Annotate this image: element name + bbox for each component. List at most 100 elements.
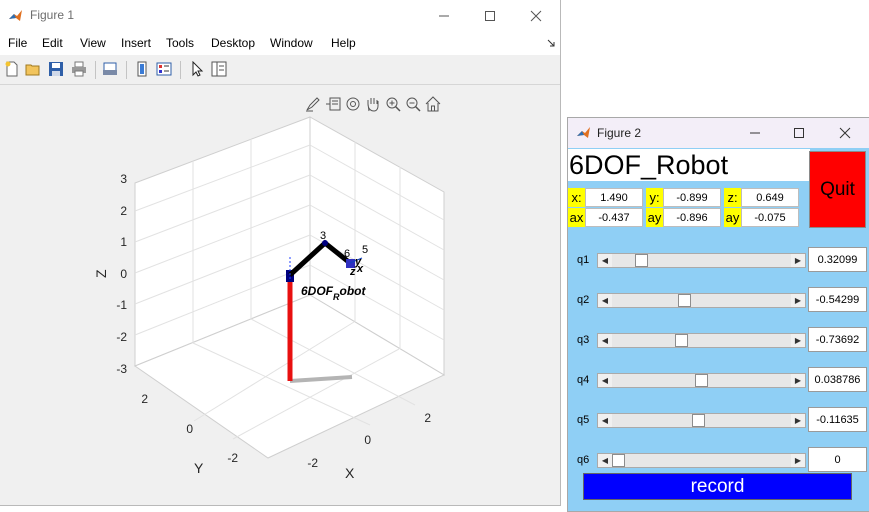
joint-label-q2: q2 [577, 294, 590, 306]
close-button[interactable] [513, 0, 559, 31]
joint-label: 6 [344, 248, 350, 260]
joint-value-q2[interactable]: -0.54299 [808, 287, 867, 312]
slider-right-arrow[interactable]: ▶ [791, 374, 805, 387]
legend-icon[interactable] [156, 61, 172, 77]
slider-track[interactable] [612, 294, 791, 307]
z-tick-label: 2 [120, 204, 127, 218]
minimize-button[interactable] [732, 118, 778, 148]
window-title: Figure 1 [30, 8, 75, 22]
slider-left-arrow[interactable]: ◀ [598, 334, 612, 347]
slider-right-arrow[interactable]: ▶ [791, 454, 805, 467]
figure1-titlebar[interactable]: Figure 1 [0, 0, 560, 31]
slider-right-arrow[interactable]: ▶ [791, 254, 805, 267]
menu-tools[interactable]: Tools [166, 36, 194, 50]
slider-track[interactable] [612, 414, 791, 427]
y-label: y: [646, 188, 663, 207]
colorbar-icon[interactable] [134, 61, 150, 77]
menu-help[interactable]: Help [331, 36, 356, 50]
slider-right-arrow[interactable]: ▶ [791, 334, 805, 347]
figure2-titlebar[interactable]: Figure 2 [568, 118, 869, 148]
slider-q6[interactable]: ◀ ▶ [597, 453, 806, 468]
slider-thumb[interactable] [678, 294, 691, 307]
slider-q3[interactable]: ◀ ▶ [597, 333, 806, 348]
ay-value: -0.075 [741, 208, 799, 227]
menu-desktop[interactable]: Desktop [211, 36, 255, 50]
joint-label: 3 [320, 230, 326, 242]
close-icon [530, 10, 542, 21]
minimize-button[interactable] [421, 0, 467, 31]
y-tick-label: 2 [141, 392, 148, 406]
ay-value: -0.896 [663, 208, 721, 227]
toolbar-separator [180, 61, 181, 79]
maximize-icon [794, 128, 804, 138]
slider-track[interactable] [612, 254, 791, 267]
print-icon[interactable] [71, 61, 87, 77]
joint-label-q6: q6 [577, 454, 590, 466]
slider-left-arrow[interactable]: ◀ [598, 414, 612, 427]
slider-left-arrow[interactable]: ◀ [598, 374, 612, 387]
menu-view[interactable]: View [80, 36, 106, 50]
slider-left-arrow[interactable]: ◀ [598, 254, 612, 267]
joint-label-q1: q1 [577, 254, 590, 266]
slider-q2[interactable]: ◀ ▶ [597, 293, 806, 308]
joint-value-q3[interactable]: -0.73692 [808, 327, 867, 352]
property-editor-icon[interactable] [211, 61, 227, 77]
quit-button[interactable]: Quit [809, 151, 866, 228]
minimize-icon [750, 132, 760, 134]
x-axis-label: X [345, 465, 355, 481]
z-tick-label: 0 [120, 267, 127, 281]
x-label: x: [568, 188, 585, 207]
dock-arrow-icon[interactable] [547, 39, 555, 47]
robot-name: 6DOF_Robot [568, 149, 810, 181]
slider-q1[interactable]: ◀ ▶ [597, 253, 806, 268]
frame-label-x: x [356, 263, 364, 275]
slider-right-arrow[interactable]: ▶ [791, 414, 805, 427]
new-file-icon[interactable] [4, 61, 20, 77]
joint-value-q6[interactable]: 0 [808, 447, 867, 472]
x-tick-label: 2 [424, 411, 431, 425]
maximize-button[interactable] [467, 0, 513, 31]
figure-toolbar [0, 56, 560, 85]
z-tick-label: 3 [120, 172, 127, 186]
matlab-icon [9, 10, 22, 21]
z-tick-label: 1 [120, 235, 127, 249]
slider-left-arrow[interactable]: ◀ [598, 454, 612, 467]
frame-label-z: z [349, 266, 356, 278]
print-preview-icon[interactable] [102, 61, 118, 77]
joint-value-q5[interactable]: -0.11635 [808, 407, 867, 432]
joint-label-q4: q4 [577, 374, 590, 386]
slider-right-arrow[interactable]: ▶ [791, 294, 805, 307]
z-tick-label: -2 [116, 330, 127, 344]
joint-value-q4[interactable]: 0.038786 [808, 367, 867, 392]
open-file-icon[interactable] [25, 61, 41, 77]
slider-q4[interactable]: ◀ ▶ [597, 373, 806, 388]
maximize-button[interactable] [776, 118, 822, 148]
menu-edit[interactable]: Edit [42, 36, 63, 50]
slider-track[interactable] [612, 374, 791, 387]
toolbar-separator [126, 61, 127, 79]
z-tick-label: -1 [116, 298, 127, 312]
slider-thumb[interactable] [675, 334, 688, 347]
slider-thumb[interactable] [692, 414, 705, 427]
plot-3d-axes[interactable]: 3 6 5 y z x 6DOFRobot 3 2 1 0 -1 -2 -3 2… [0, 85, 560, 505]
close-button[interactable] [822, 118, 868, 148]
slider-q5[interactable]: ◀ ▶ [597, 413, 806, 428]
menu-file[interactable]: File [8, 36, 27, 50]
joint-value-q1[interactable]: 0.32099 [808, 247, 867, 272]
ay-label: ay [724, 208, 741, 227]
menubar: File Edit View Insert Tools Desktop Wind… [0, 31, 560, 55]
window-title: Figure 2 [597, 126, 642, 140]
record-button[interactable]: record [583, 473, 852, 500]
x-value: 1.490 [585, 188, 643, 207]
slider-thumb[interactable] [635, 254, 648, 267]
slider-thumb[interactable] [695, 374, 708, 387]
pointer-icon[interactable] [189, 61, 205, 77]
slider-left-arrow[interactable]: ◀ [598, 294, 612, 307]
figure1-window: Figure 1 File Edit View Insert Tools Des… [0, 0, 561, 506]
save-icon[interactable] [48, 61, 64, 77]
slider-track[interactable] [612, 334, 791, 347]
menu-window[interactable]: Window [270, 36, 313, 50]
menu-insert[interactable]: Insert [121, 36, 151, 50]
slider-track[interactable] [612, 454, 791, 467]
slider-thumb[interactable] [612, 454, 625, 467]
